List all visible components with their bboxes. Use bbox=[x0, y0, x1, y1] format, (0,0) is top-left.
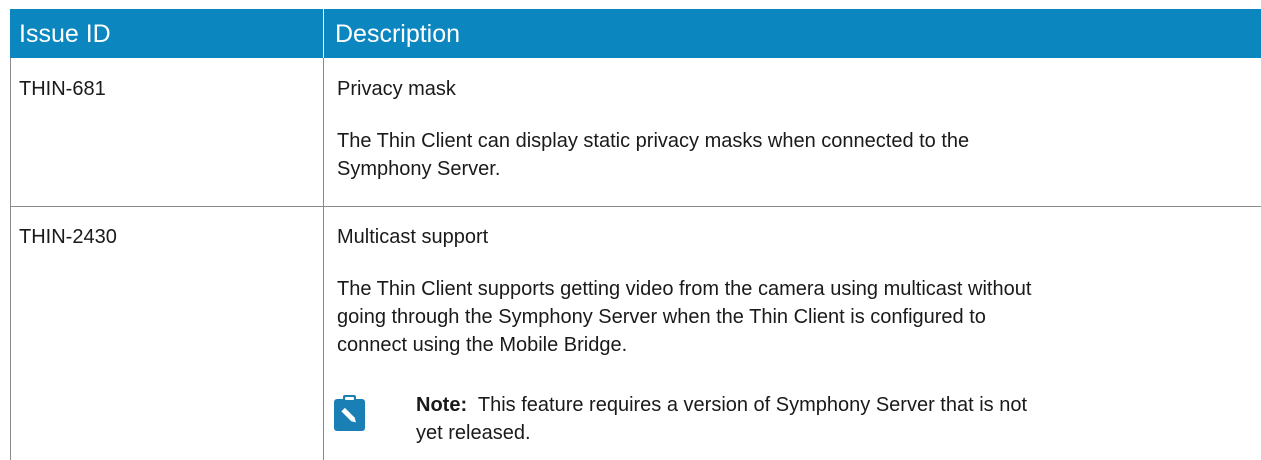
release-notes-table: Issue ID Description THIN-681 Privacy ma… bbox=[10, 9, 1261, 460]
row2-issue-id: THIN-2430 bbox=[19, 226, 117, 248]
row2-description-line1: The Thin Client supports getting video f… bbox=[337, 278, 1032, 300]
row2-description-line3: connect using the Mobile Bridge. bbox=[337, 334, 628, 356]
row1-title: Privacy mask bbox=[337, 78, 456, 100]
row-divider bbox=[10, 206, 1261, 207]
row2-description-line2: going through the Symphony Server when t… bbox=[337, 306, 986, 328]
note-text-line1: This feature requires a version of Symph… bbox=[477, 394, 1028, 416]
table-header: Issue ID Description bbox=[10, 9, 1261, 58]
column-divider bbox=[323, 58, 324, 460]
pencil-note-icon bbox=[334, 395, 365, 431]
header-divider bbox=[323, 9, 324, 58]
header-description: Description bbox=[335, 20, 461, 48]
note-text-line2: yet released. bbox=[416, 422, 531, 444]
note-label: Note: bbox=[416, 394, 468, 416]
row1-description-line2: Symphony Server. bbox=[337, 158, 501, 180]
note-line1: Note: This feature requires a version of… bbox=[416, 391, 1027, 419]
row1-description-line1: The Thin Client can display static priva… bbox=[337, 130, 970, 152]
left-border bbox=[10, 58, 11, 460]
row2-title: Multicast support bbox=[337, 226, 489, 248]
row1-issue-id: THIN-681 bbox=[19, 78, 106, 100]
header-issue-id: Issue ID bbox=[19, 20, 111, 48]
